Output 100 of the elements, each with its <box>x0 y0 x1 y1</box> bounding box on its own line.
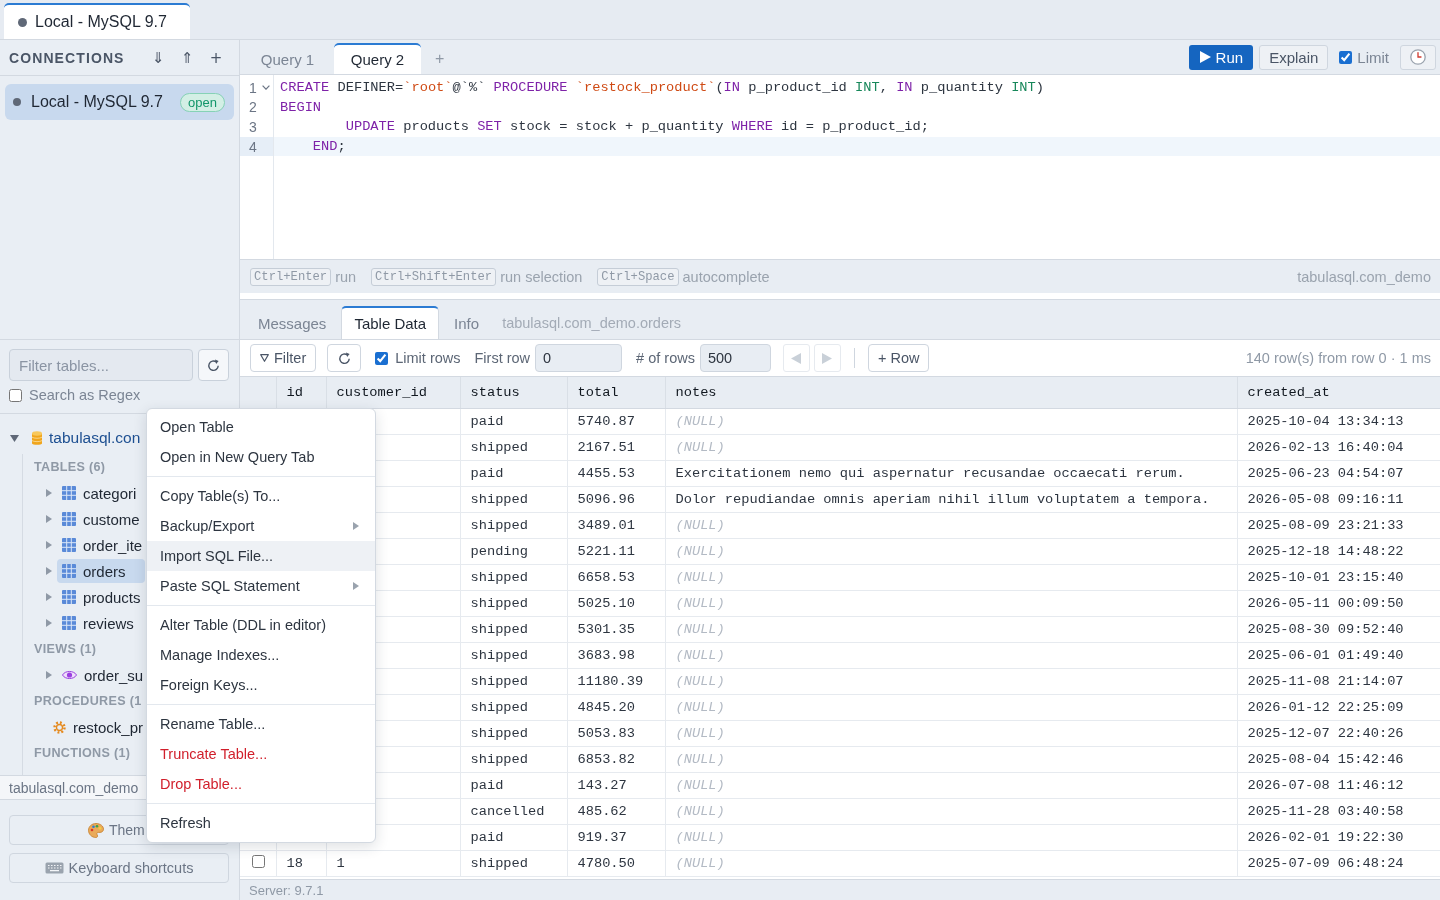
column-header[interactable]: customer_id <box>326 377 460 408</box>
header-action-button[interactable]: ⇓ <box>148 46 168 69</box>
filter-button[interactable]: Filter <box>250 344 317 372</box>
table-cell: shipped <box>460 486 567 512</box>
filter-field[interactable]: Filter tables... <box>9 349 193 381</box>
caret-right-icon[interactable] <box>46 567 52 575</box>
status-badge: open <box>180 92 225 112</box>
tree-item[interactable]: custome <box>57 507 145 531</box>
connection-item[interactable]: Local - MySQL 9.7 open <box>5 84 234 120</box>
add-row-button[interactable]: + Row <box>867 344 930 372</box>
grid-icon <box>62 590 76 604</box>
menu-item[interactable]: Open in New Query Tab <box>147 442 375 472</box>
line-number: 4 <box>249 138 257 155</box>
menu-item[interactable]: Truncate Table... <box>147 739 375 769</box>
checkbox-label: Search as Regex <box>29 387 141 403</box>
caret-right-icon[interactable] <box>46 593 52 601</box>
column-header[interactable]: total <box>567 377 665 408</box>
table-cell: cancelled <box>460 798 567 824</box>
table-cell: (NULL) <box>665 538 1237 564</box>
limit-rows-checkbox[interactable] <box>375 351 389 365</box>
filter-icon <box>260 354 269 362</box>
tree-item[interactable]: categori <box>57 481 145 505</box>
table-cell: 485.62 <box>567 798 665 824</box>
menu-item[interactable]: Foreign Keys... <box>147 670 375 700</box>
window-tab[interactable]: Local - MySQL 9.7 <box>4 3 190 39</box>
table-cell: 5096.96 <box>567 486 665 512</box>
database-node[interactable]: tabulasql.con <box>49 429 141 447</box>
table-cell: 4780.50 <box>567 850 665 876</box>
refresh-icon <box>337 351 351 365</box>
caret-right-icon[interactable] <box>46 619 52 627</box>
caret-right-icon[interactable] <box>46 515 52 523</box>
table-cell: shipped <box>460 434 567 460</box>
table-cell: (NULL) <box>665 434 1237 460</box>
menu-item[interactable]: Alter Table (DDL in editor) <box>147 610 375 640</box>
caret-right-icon[interactable] <box>46 671 52 679</box>
tree-item[interactable]: orders <box>57 559 145 583</box>
explain-button[interactable]: Explain <box>1259 44 1329 70</box>
checkbox-label: Limit rows <box>395 350 461 366</box>
refresh-button[interactable] <box>198 349 229 381</box>
menu-item[interactable]: Backup/Export <box>147 511 375 541</box>
table-cell: 2025-06-23 04:54:07 <box>1237 460 1440 486</box>
menu-item[interactable]: Copy Table(s) To... <box>147 481 375 511</box>
hint-label: autocomplete <box>682 268 770 285</box>
header-action-button[interactable]: + <box>206 46 226 69</box>
fold-chevron-icon[interactable] <box>261 85 270 91</box>
column-header[interactable]: notes <box>665 377 1237 408</box>
table-cell: Dolor repudiandae omnis aperiam nihil illum voluptatem a tempora. <box>665 486 1237 512</box>
table-cell: 1 <box>326 850 460 876</box>
table-cell: 5053.83 <box>567 720 665 746</box>
field-label: First row <box>474 350 531 366</box>
history-button[interactable] <box>1400 44 1436 70</box>
menu-item[interactable]: Import SQL File... <box>147 541 375 571</box>
first-row-field[interactable]: 0 <box>535 344 623 372</box>
column-header[interactable]: id <box>276 377 326 408</box>
row-checkbox[interactable] <box>252 854 265 868</box>
table-cell: shipped <box>460 668 567 694</box>
tree-section-label: TABLES (6) <box>33 459 107 476</box>
hint-label: run selection <box>500 268 583 285</box>
menu-item[interactable]: Manage Indexes... <box>147 640 375 670</box>
table-cell: 919.37 <box>567 824 665 850</box>
grid-icon <box>62 616 76 630</box>
table-cell: shipped <box>460 694 567 720</box>
table-cell: shipped <box>460 564 567 590</box>
query-tab[interactable]: Query 2 <box>334 43 421 74</box>
limit-checkbox[interactable] <box>1339 50 1353 64</box>
run-button[interactable]: Run <box>1188 44 1254 70</box>
table-cell: shipped <box>460 642 567 668</box>
tree-item[interactable]: order_su <box>57 663 145 687</box>
column-header[interactable]: created_at <box>1237 377 1440 408</box>
caret-right-icon[interactable] <box>46 489 52 497</box>
tree-section-label: PROCEDURES (1 <box>33 693 143 710</box>
result-tab[interactable]: Table Data <box>341 306 440 339</box>
table-cell: Exercitationem nemo qui aspernatur recusandae occaecati rerum. <box>665 460 1237 486</box>
table-cell: 2025-07-09 06:48:24 <box>1237 850 1440 876</box>
table-cell: 2167.51 <box>567 434 665 460</box>
table-cell: shipped <box>460 512 567 538</box>
play-icon <box>1199 51 1211 63</box>
tree-item[interactable]: order_ite <box>57 533 145 557</box>
refresh-button[interactable] <box>327 344 362 372</box>
table-cell: 5221.11 <box>567 538 665 564</box>
table-cell: paid <box>460 772 567 798</box>
tree-item[interactable]: products <box>57 585 145 609</box>
code-line: BEGIN <box>279 98 323 117</box>
menu-item[interactable]: Paste SQL Statement <box>147 571 375 601</box>
menu-item[interactable]: Rename Table... <box>147 709 375 739</box>
source-table-label: tabulasql.com_demo.orders <box>502 314 682 331</box>
grid-icon <box>62 486 76 500</box>
regex-checkbox[interactable] <box>9 388 22 402</box>
caret-right-icon[interactable] <box>46 541 52 549</box>
caret-down-icon[interactable] <box>10 434 19 442</box>
tree-item[interactable]: restock_pr <box>46 715 145 739</box>
field-label: # of rows <box>636 350 695 366</box>
row-count-field[interactable]: 500 <box>699 344 771 372</box>
table-cell: 6658.53 <box>567 564 665 590</box>
table-cell: (NULL) <box>665 590 1237 616</box>
menu-item[interactable]: Open Table <box>147 412 375 442</box>
tree-item[interactable]: reviews <box>57 611 145 635</box>
column-header[interactable]: status <box>460 377 567 408</box>
header-action-button[interactable]: ⇑ <box>177 46 197 69</box>
keyboard-shortcuts-button[interactable]: Keyboard shortcuts <box>9 853 229 883</box>
